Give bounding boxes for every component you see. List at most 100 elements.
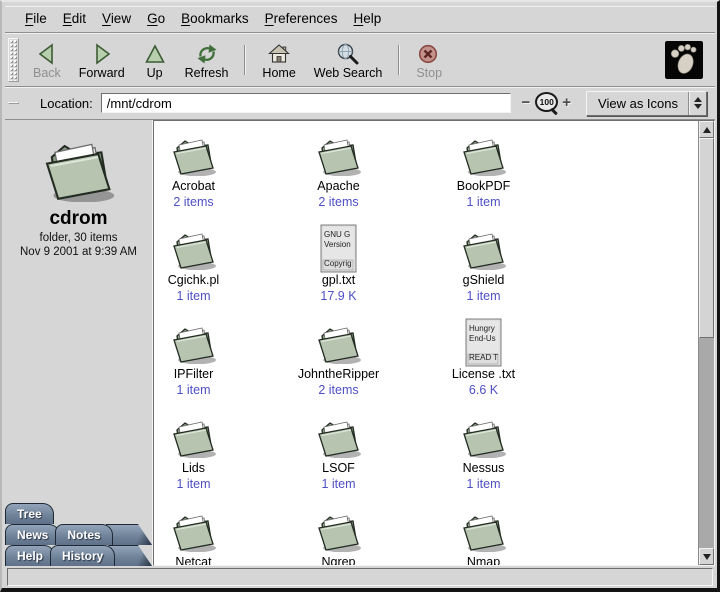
file-item[interactable]: Netcat [153, 512, 266, 566]
folder-icon [313, 136, 365, 176]
refresh-icon [195, 42, 219, 66]
scrollbar-thumb[interactable] [699, 138, 714, 338]
file-name: IPFilter [174, 367, 214, 381]
sidebar-tab-tree[interactable]: Tree [5, 503, 54, 524]
toolbar-button-refresh[interactable]: Refresh [176, 36, 238, 84]
file-item[interactable]: HungryEnd-UsREAD T License .txt6.6 K [411, 324, 556, 418]
sidebar-folder-info: folder, 30 items [5, 232, 152, 244]
toolbar-button-label: Web Search [314, 66, 383, 80]
file-item-count: 1 item [176, 289, 210, 303]
stop-icon [417, 42, 441, 66]
forward-icon [90, 42, 114, 66]
zoom-out-button[interactable]: − [521, 96, 532, 110]
folder-icon [458, 512, 510, 552]
sidebar-tab-history[interactable]: History [50, 545, 115, 566]
file-item[interactable]: JohntheRipper2 items [266, 324, 411, 418]
file-name: Acrobat [172, 179, 215, 193]
menu-item-preferences[interactable]: Preferences [257, 9, 346, 28]
location-bar: Location: − 100 + View as Icons [5, 87, 715, 120]
scroll-up-button[interactable] [699, 121, 714, 138]
file-name: License .txt [452, 367, 515, 381]
sidebar-tabs: TreeNewsNotesHelpHistory [5, 503, 152, 566]
file-item[interactable]: Lids 1 item [153, 418, 266, 512]
toolbar-button-up[interactable]: Up [134, 36, 176, 84]
sidebar-title: cdrom [5, 208, 152, 230]
file-item[interactable]: IPFilter 1 item [153, 324, 266, 418]
menu-item-file[interactable]: File [17, 9, 55, 28]
file-name: LSOF [322, 461, 355, 475]
gnome-footprint-throbber [665, 41, 703, 79]
folder-icon [313, 512, 365, 552]
main-area: cdrom folder, 30 items Nov 9 2001 at 9:3… [5, 120, 715, 566]
file-name: gShield [463, 273, 505, 287]
toolbar-button-label: Forward [79, 66, 125, 80]
status-bar [5, 566, 715, 588]
menu-item-edit[interactable]: Edit [55, 9, 94, 28]
file-item-count: 1 item [176, 477, 210, 491]
folder-icon [313, 418, 365, 458]
menu-bar: FileEditViewGoBookmarksPreferencesHelp [5, 6, 715, 33]
file-item[interactable]: Nmap [411, 512, 556, 566]
up-icon [143, 42, 167, 66]
folder-icon [458, 418, 510, 458]
view-mode-dropdown[interactable]: View as Icons [586, 91, 707, 116]
svg-text:End-Us: End-Us [469, 334, 496, 343]
file-item[interactable]: Ngrep [266, 512, 411, 566]
scroll-down-button[interactable] [699, 548, 714, 565]
view-mode-label: View as Icons [598, 96, 688, 111]
toolbar-button-stop[interactable]: Stop [407, 36, 451, 84]
location-bar-drag-handle[interactable] [8, 102, 19, 104]
file-name: Apache [317, 179, 359, 193]
sidebar-tab-notes[interactable]: Notes [55, 524, 112, 545]
home-icon [267, 42, 291, 66]
toolbar-separator [398, 45, 400, 75]
toolbar-button-web-search[interactable]: Web Search [305, 36, 392, 84]
file-name: Lids [182, 461, 205, 475]
file-item[interactable]: Apache 2 items [266, 136, 411, 230]
scrollbar-trough[interactable] [699, 338, 714, 548]
arrow-up-icon [703, 127, 711, 133]
file-item[interactable]: GNU GVersionCopyrig gpl.txt17.9 K [266, 230, 411, 324]
file-item[interactable]: gShield 1 item [411, 230, 556, 324]
toolbar-button-forward[interactable]: Forward [70, 36, 134, 84]
file-item-count: 1 item [466, 289, 500, 303]
toolbar-button-label: Stop [416, 66, 442, 80]
svg-text:GNU G: GNU G [324, 230, 350, 239]
file-item[interactable]: LSOF1 item [266, 418, 411, 512]
file-item[interactable]: Nessus1 item [411, 418, 556, 512]
spinner-arrows-icon [688, 92, 706, 115]
content-area: Acrobat2 items Apache 2 items BookPDF1 it… [153, 120, 715, 566]
file-item-count: 2 items [318, 195, 358, 209]
sidebar-tab-help[interactable]: Help [5, 545, 55, 566]
file-icon-grid: Acrobat2 items Apache 2 items BookPDF1 it… [153, 121, 556, 565]
file-item[interactable]: BookPDF1 item [411, 136, 556, 230]
menu-item-help[interactable]: Help [345, 9, 389, 28]
menu-item-bookmarks[interactable]: Bookmarks [173, 9, 257, 28]
zoom-level-value: 100 [540, 97, 554, 107]
toolbar-button-home[interactable]: Home [253, 36, 304, 84]
magnifier-handle-icon [550, 108, 558, 116]
file-item-count: 1 item [466, 477, 500, 491]
toolbar-button-label: Up [147, 66, 163, 80]
sidebar-tab-row: HelpHistory [5, 545, 152, 566]
folder-icon [168, 324, 220, 364]
file-item-count: 1 item [176, 383, 210, 397]
menu-item-go[interactable]: Go [139, 9, 173, 28]
sidebar: cdrom folder, 30 items Nov 9 2001 at 9:3… [5, 120, 153, 566]
sidebar-tab-news[interactable]: News [5, 524, 60, 545]
sidebar-tab-row: Tree [5, 503, 152, 524]
text-file-icon: HungryEnd-UsREAD T [465, 324, 503, 364]
file-item-count: 17.9 K [320, 289, 356, 303]
folder-icon [458, 230, 510, 270]
file-item[interactable]: Acrobat2 items [153, 136, 266, 230]
location-input[interactable] [101, 93, 511, 113]
toolbar-drag-handle[interactable] [8, 38, 19, 82]
file-name: gpl.txt [322, 273, 355, 287]
toolbar-buttons: Back Forward Up Refresh Home Web Search St… [24, 36, 451, 84]
zoom-in-button[interactable]: + [561, 96, 572, 110]
file-item-count: 1 item [466, 195, 500, 209]
file-item[interactable]: Cgichk.pl1 item [153, 230, 266, 324]
zoom-level-indicator[interactable]: 100 [535, 92, 557, 114]
menu-item-view[interactable]: View [94, 9, 139, 28]
toolbar-button-back[interactable]: Back [24, 36, 70, 84]
